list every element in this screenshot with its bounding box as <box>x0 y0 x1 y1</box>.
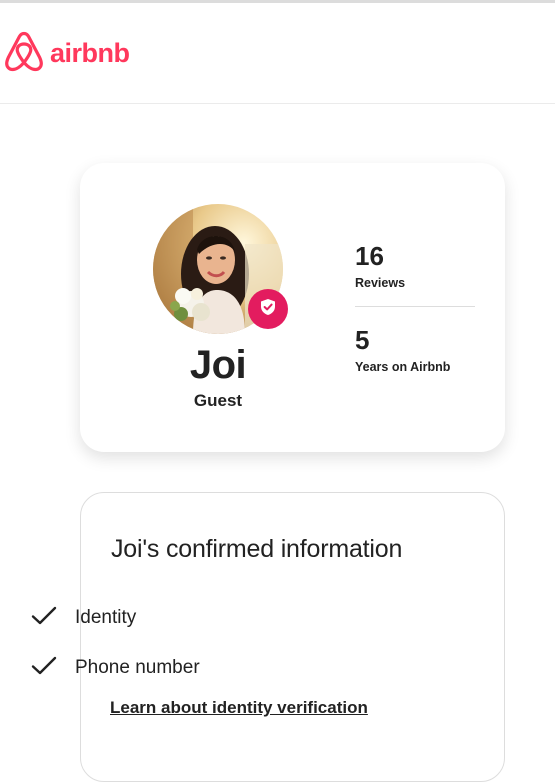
shield-check-icon <box>259 298 277 321</box>
stat-reviews: 16 Reviews <box>355 241 475 291</box>
confirmed-info-title: Joi's confirmed information <box>111 535 403 563</box>
stat-value: 16 <box>355 241 384 271</box>
verified-badge <box>248 289 288 329</box>
stat-divider <box>355 306 475 307</box>
profile-name: Joi <box>189 343 247 387</box>
logo-text: airbnb <box>50 37 130 68</box>
confirmed-item-label: Identity <box>75 607 137 628</box>
confirmed-item-label: Phone number <box>75 657 200 678</box>
stat-value: 5 <box>355 325 370 355</box>
profile-role: Guest <box>193 391 243 410</box>
profile-card: Joi Guest 16 Reviews 5 Years on Airbnb <box>80 163 505 452</box>
site-header: airbnb <box>0 3 555 104</box>
learn-identity-verification-link[interactable]: Learn about identity verification <box>110 698 368 718</box>
checkmark-icon <box>30 652 58 685</box>
confirmed-info-card: Joi's confirmed information <box>80 492 505 782</box>
stat-years: 5 Years on Airbnb <box>355 325 475 375</box>
checkmark-icon <box>30 602 58 635</box>
airbnb-belo-icon <box>4 31 44 78</box>
stat-label: Reviews <box>355 276 406 290</box>
stat-label: Years on Airbnb <box>355 360 451 374</box>
confirmed-item-identity: Identity <box>30 605 136 631</box>
confirmed-item-phone: Phone number <box>30 655 200 681</box>
airbnb-logo-link[interactable]: airbnb <box>4 31 130 78</box>
